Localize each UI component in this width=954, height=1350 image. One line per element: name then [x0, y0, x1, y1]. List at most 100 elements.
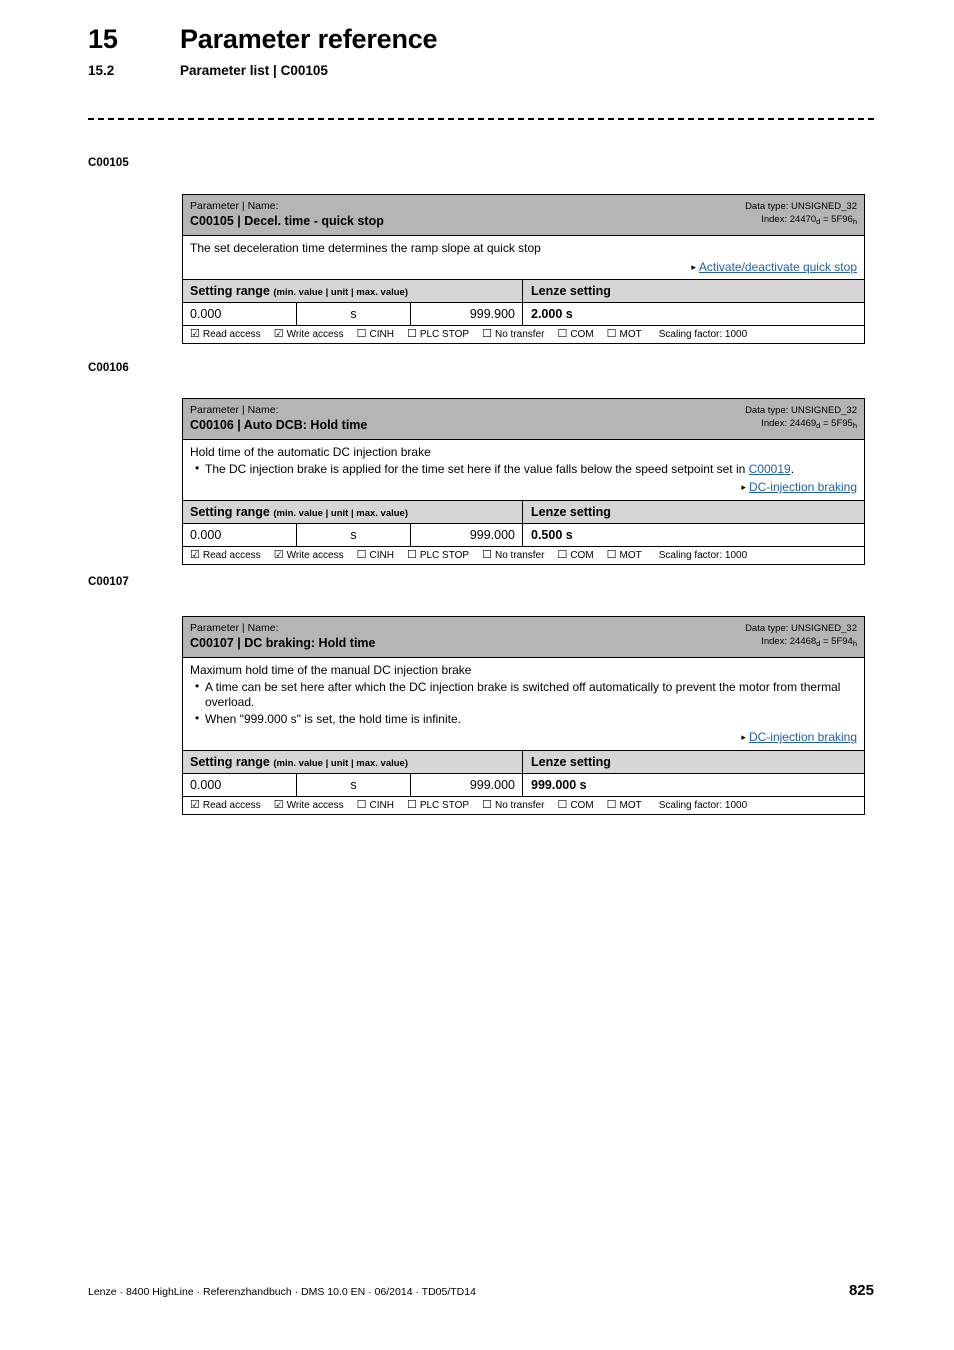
unit-value: s — [297, 774, 411, 797]
parameter-name: C00107 | DC braking: Hold time — [190, 636, 376, 651]
flag-label: CINH — [369, 329, 394, 341]
cross-reference-link[interactable]: DC-injection braking — [749, 730, 857, 744]
header-dashed-divider — [88, 118, 874, 120]
max-value: 999.000 — [411, 524, 523, 546]
index-hex-sub: h — [852, 216, 857, 226]
description-bullet-item: When "999.000 s" is set, the hold time i… — [190, 711, 857, 728]
bullet-text-pre: When "999.000 s" is set, the hold time i… — [205, 711, 461, 726]
flag-label: Read access — [202, 550, 261, 561]
flag-com: ☐ COM — [557, 550, 593, 562]
flag-label: PLC STOP — [419, 800, 470, 812]
data-type-label: Data type: UNSIGNED_32 — [745, 405, 857, 416]
min-value: 0.000 — [183, 524, 297, 546]
table-header: Parameter | Name: C00107 | DC braking: H… — [183, 617, 864, 658]
checkbox-checked-icon: ☑ — [273, 549, 284, 561]
data-type-label: Data type: UNSIGNED_32 — [745, 623, 857, 634]
checkbox-unchecked-icon: ☐ — [356, 549, 367, 561]
flag-mot: ☐ MOT — [607, 800, 642, 812]
index-hex-sub: h — [852, 638, 857, 648]
table-description: Hold time of the automatic DC injection … — [183, 440, 864, 501]
description-bullet-item: The DC injection brake is applied for th… — [190, 461, 857, 478]
index-decimal: 24470 — [789, 213, 817, 225]
flag-mot: ☐ MOT — [607, 550, 642, 562]
flag-cinh: ☐ CINH — [357, 329, 394, 341]
flag-label: Write access — [286, 550, 344, 561]
flag-plc-stop: ☐ PLC STOP — [406, 549, 469, 562]
data-type-label: Data type: UNSIGNED_32 — [745, 201, 857, 212]
checkbox-unchecked-icon: ☐ — [406, 799, 417, 812]
setting-range-subtitle: (min. value | unit | max. value) — [273, 287, 408, 299]
checkbox-unchecked-icon: ☐ — [482, 549, 492, 561]
checkbox-unchecked-icon: ☐ — [557, 328, 568, 341]
index-label: Index: 24470d = 5F96h — [745, 214, 857, 227]
table-header: Parameter | Name: C00106 | Auto DCB: Hol… — [183, 399, 864, 440]
checkbox-unchecked-icon: ☐ — [406, 549, 417, 561]
description-text: Hold time of the automatic DC injection … — [190, 444, 431, 459]
parameter-xref-link[interactable]: C00019 — [749, 462, 791, 476]
flag-label: COM — [570, 800, 594, 812]
checkbox-unchecked-icon: ☐ — [406, 328, 417, 341]
margin-label-c00105: C00105 — [88, 157, 129, 169]
setting-range-header-row: Setting range (min. value | unit | max. … — [183, 280, 864, 304]
cross-reference-link[interactable]: DC-injection braking — [749, 480, 857, 494]
lenze-setting-header: Lenze setting — [531, 284, 611, 299]
page-header: 15 Parameter reference 15.2 Parameter li… — [88, 24, 878, 78]
checkbox-unchecked-icon: ☐ — [482, 328, 492, 341]
max-value: 999.900 — [411, 303, 523, 326]
flag-label: Read access — [202, 800, 261, 812]
table-header-kicker: Parameter | Name: — [190, 622, 279, 634]
flag-write-access: ☑ Write access — [274, 329, 344, 341]
access-flags-row: ☑ Read access ☑ Write access ☐ CINH ☐ PLC ST… — [183, 547, 864, 564]
table-header-kicker: Parameter | Name: — [190, 200, 279, 212]
table-header: Parameter | Name: C00105 | Decel. time -… — [183, 195, 864, 236]
index-equals: = — [820, 213, 832, 225]
scaling-factor-label: Scaling factor: 1000 — [658, 800, 748, 812]
parameter-name: C00105 | Decel. time - quick stop — [190, 214, 384, 229]
scaling-factor-label: Scaling factor: 1000 — [658, 329, 748, 341]
unit-value: s — [297, 524, 411, 546]
chapter-heading-row: 15 Parameter reference — [88, 24, 878, 55]
cross-reference-line: ▸ DC-injection braking — [190, 480, 857, 496]
flag-label: MOT — [619, 550, 642, 561]
flag-label: MOT — [619, 800, 642, 812]
flag-write-access: ☑ Write access — [274, 800, 344, 812]
index-decimal-sub: d — [816, 420, 821, 430]
setting-range-title: Setting range — [190, 284, 274, 299]
lenze-setting-value: 0.500 s — [531, 528, 573, 542]
index-hex-sub: h — [852, 420, 857, 430]
flag-label: CINH — [369, 550, 394, 561]
index-prefix: Index: — [761, 635, 790, 647]
triangle-bullet-icon: ▸ — [691, 261, 696, 272]
table-header-right: Data type: UNSIGNED_32 Index: 24469d = 5… — [745, 404, 857, 431]
description-text: The set deceleration time determines the… — [190, 240, 541, 255]
setting-range-header: Setting range (min. value | unit | max. … — [183, 751, 523, 774]
flag-plc-stop: ☐ PLC STOP — [406, 799, 470, 812]
bullet-text-pre: The DC injection brake is applied for th… — [205, 461, 749, 476]
chapter-title: Parameter reference — [180, 24, 438, 54]
table-header-right: Data type: UNSIGNED_32 Index: 24470d = 5… — [745, 200, 857, 227]
footer-document-info: Lenze · 8400 HighLine · Referenzhandbuch… — [88, 1286, 476, 1298]
table-header-left: Parameter | Name: C00105 | Decel. time -… — [190, 200, 384, 230]
flag-label: Write access — [286, 800, 344, 812]
max-value: 999.000 — [411, 774, 523, 797]
checkbox-unchecked-icon: ☐ — [356, 799, 367, 812]
table-header-right: Data type: UNSIGNED_32 Index: 24468d = 5… — [745, 622, 857, 649]
description-bullet-list: A time can be set here after which the D… — [190, 679, 857, 728]
flag-plc-stop: ☐ PLC STOP — [406, 328, 469, 341]
description-bullet-list: The DC injection brake is applied for th… — [190, 461, 857, 478]
flag-com: ☐ COM — [557, 799, 594, 812]
page-footer: Lenze · 8400 HighLine · Referenzhandbuch… — [88, 1282, 874, 1299]
checkbox-unchecked-icon: ☐ — [557, 799, 568, 812]
flag-mot: ☐ MOT — [607, 329, 642, 341]
parameter-table-c00107: Parameter | Name: C00107 | DC braking: H… — [182, 616, 865, 816]
cross-reference-link[interactable]: Activate/deactivate quick stop — [699, 260, 857, 274]
min-value: 0.000 — [183, 303, 297, 326]
table-header-kicker: Parameter | Name: — [190, 404, 279, 416]
flag-cinh: ☐ CINH — [356, 799, 394, 812]
flag-label: COM — [570, 329, 594, 341]
index-label: Index: 24468d = 5F94h — [745, 636, 857, 649]
margin-label-c00107: C00107 — [88, 576, 129, 588]
index-hex: 5F94 — [831, 635, 853, 647]
setting-range-title: Setting range — [190, 755, 274, 770]
index-prefix: Index: — [761, 417, 790, 429]
